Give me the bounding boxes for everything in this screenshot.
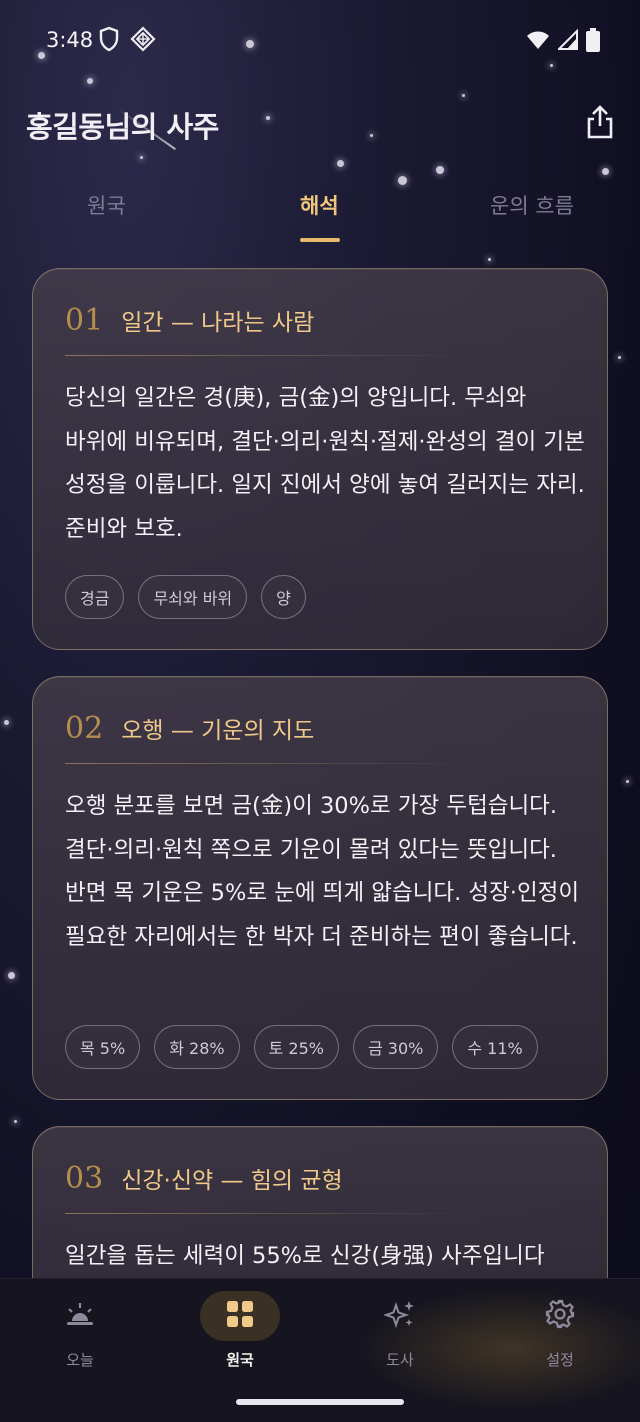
nav-label: 설정 (546, 1351, 574, 1369)
gear-icon (545, 1299, 575, 1333)
shield-icon (98, 26, 122, 54)
tag-chip: 양 (261, 575, 306, 619)
page-title: 홍길동님의 사주 (26, 110, 219, 144)
card-number: 03 (65, 1161, 104, 1196)
share-icon (585, 104, 615, 144)
grid-icon (226, 1300, 254, 1332)
nav-label: 원국 (226, 1351, 254, 1369)
element-chip: 수 11% (452, 1025, 538, 1069)
card-title: 신강·신약 — 힘의 균형 (121, 1168, 343, 1194)
card-body: 오행 분포를 보면 금(金)이 30%로 가장 두텁습니다. 결단·의리·원칙 … (65, 793, 580, 950)
status-bar: 3:48 (0, 0, 640, 80)
tab-bar: 원국 해석 운의 흐름 (0, 180, 640, 246)
nav-label: 오늘 (66, 1351, 94, 1369)
diamond-grid-icon (130, 26, 156, 54)
nav-item-dosa[interactable]: 도사 (350, 1291, 450, 1370)
tab-wonguk[interactable]: 원국 (87, 190, 126, 220)
interpretation-card-day-master: 01 일간 — 나라는 사람 당신의 일간은 경(庚), 금(金)의 양입니다.… (32, 268, 608, 650)
element-chip: 토 25% (253, 1025, 339, 1069)
home-indicator[interactable] (236, 1399, 404, 1405)
element-chip: 목 5% (65, 1025, 141, 1069)
sunrise-icon (65, 1301, 95, 1331)
card-divider (65, 763, 475, 764)
interpretation-card-five-elements: 02 오행 — 기운의 지도 오행 분포를 보면 금(金)이 30%로 가장 두… (32, 676, 608, 1100)
card-title: 일간 — 나라는 사람 (121, 310, 315, 336)
nav-item-today[interactable]: 오늘 (30, 1291, 130, 1370)
battery-icon (586, 28, 600, 56)
active-tab-indicator (300, 238, 340, 242)
nav-item-wonguk[interactable]: 원국 (190, 1291, 290, 1370)
card-number: 02 (65, 711, 104, 746)
chip-row: 경금 무쇠와 바위 양 (65, 575, 306, 619)
bottom-navigation: 오늘 원국 도사 설정 (0, 1278, 640, 1422)
status-time: 3:48 (46, 28, 94, 52)
wifi-icon (526, 29, 550, 55)
share-button[interactable] (580, 102, 620, 146)
signal-icon (556, 28, 578, 55)
chip-row: 목 5% 화 28% 토 25% 금 30% 수 11% (65, 1025, 538, 1069)
app-header: 홍길동님의 사주 (0, 96, 640, 156)
tag-chip: 경금 (65, 575, 125, 619)
card-divider (65, 1213, 475, 1214)
card-number: 01 (65, 303, 104, 338)
tag-chip: 무쇠와 바위 (138, 575, 248, 619)
sparkles-icon (382, 1299, 416, 1333)
card-body: 일간을 돕는 세력이 55%로 신강(身强) 사주입니다 (65, 1243, 545, 1269)
tab-fortune-flow[interactable]: 운의 흐름 (490, 190, 574, 220)
element-chip: 금 30% (352, 1025, 439, 1069)
nav-item-settings[interactable]: 설정 (510, 1291, 610, 1370)
tab-interpretation[interactable]: 해석 (300, 190, 339, 220)
nav-label: 도사 (386, 1351, 414, 1369)
element-chip: 화 28% (154, 1025, 240, 1069)
card-divider (65, 355, 475, 356)
card-body: 당신의 일간은 경(庚), 금(金)의 양입니다. 무쇠와 바위에 비유되며, … (65, 385, 585, 542)
card-title: 오행 — 기운의 지도 (121, 718, 315, 744)
